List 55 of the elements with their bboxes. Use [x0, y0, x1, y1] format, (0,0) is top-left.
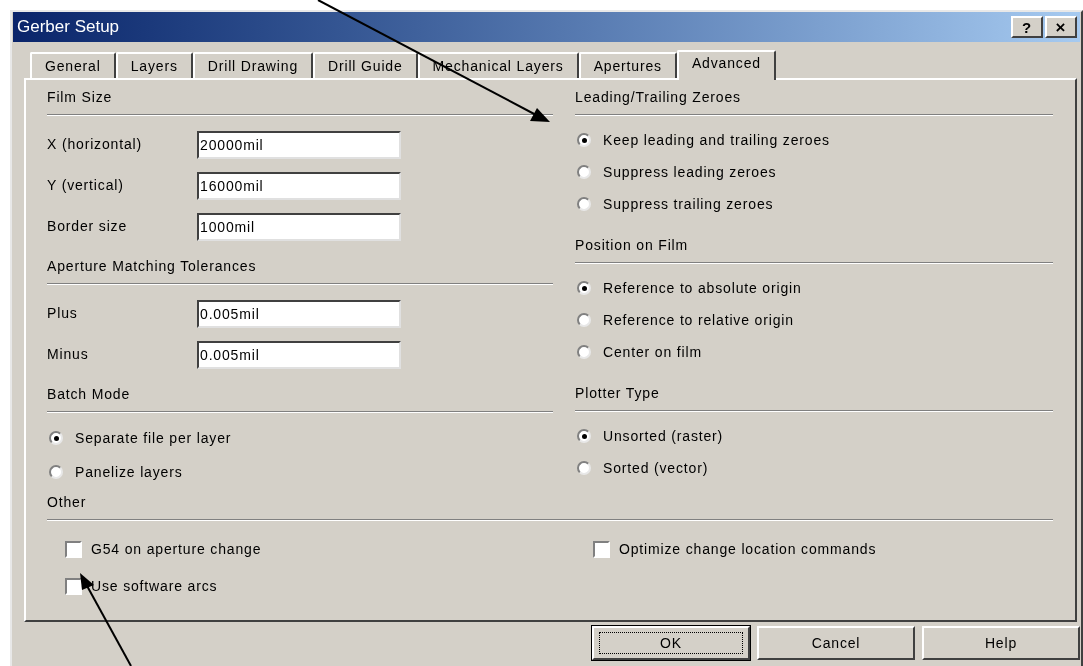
- checkbox-label[interactable]: G54 on aperture change: [91, 539, 262, 560]
- input-field[interactable]: 0.005mil: [197, 340, 401, 369]
- dialog-button[interactable]: Cancel: [757, 626, 915, 660]
- radio-button[interactable]: [577, 133, 591, 147]
- group-heading: Plotter Type: [575, 384, 661, 403]
- tab[interactable]: Layers: [115, 52, 193, 78]
- input-field[interactable]: 0.005mil: [197, 299, 401, 328]
- dialog-button[interactable]: OK: [592, 626, 750, 660]
- radio-label[interactable]: Separate file per layer: [75, 427, 232, 449]
- checkbox-label[interactable]: Use software arcs: [91, 576, 218, 597]
- radio-button[interactable]: [577, 429, 591, 443]
- radio-label[interactable]: Panelize layers: [75, 461, 183, 483]
- group-heading: Leading/Trailing Zeroes: [575, 88, 742, 107]
- radio-label[interactable]: Reference to absolute origin: [603, 277, 802, 299]
- radio-button[interactable]: [577, 281, 591, 295]
- radio-label[interactable]: Suppress trailing zeroes: [603, 193, 774, 215]
- radio-label[interactable]: Sorted (vector): [603, 457, 709, 479]
- tab[interactable]: Drill Drawing: [192, 52, 313, 78]
- input-field[interactable]: 1000mil: [197, 212, 401, 241]
- group-heading: Film Size: [47, 88, 114, 107]
- radio-button[interactable]: [577, 461, 591, 475]
- radio-button[interactable]: [577, 313, 591, 327]
- radio-button[interactable]: [49, 465, 63, 479]
- input-field[interactable]: 16000mil: [197, 171, 401, 200]
- tab[interactable]: Apertures: [578, 52, 677, 78]
- dialog-button[interactable]: Help: [922, 626, 1080, 660]
- checkbox[interactable]: [65, 578, 82, 595]
- window-title: Gerber Setup: [17, 16, 120, 39]
- field-label: Y (vertical): [47, 176, 125, 195]
- close-button[interactable]: ×: [1045, 16, 1077, 38]
- radio-label[interactable]: Center on film: [603, 341, 702, 363]
- tab[interactable]: Drill Guide: [313, 52, 418, 78]
- help-button[interactable]: ?: [1011, 16, 1043, 38]
- group-heading: Batch Mode: [47, 385, 132, 404]
- radio-button[interactable]: [577, 165, 591, 179]
- tab[interactable]: General: [30, 52, 116, 78]
- field-label: Border size: [47, 217, 129, 236]
- field-label: Minus: [47, 345, 90, 364]
- field-label: Plus: [47, 304, 79, 323]
- group-heading: Aperture Matching Tolerances: [47, 257, 258, 276]
- radio-button[interactable]: [577, 197, 591, 211]
- tab[interactable]: Advanced: [676, 50, 776, 80]
- radio-button[interactable]: [577, 345, 591, 359]
- group-heading: Other: [47, 493, 88, 512]
- radio-button[interactable]: [49, 431, 63, 445]
- checkbox[interactable]: [593, 541, 610, 558]
- field-label: X (horizontal): [47, 135, 143, 154]
- radio-label[interactable]: Suppress leading zeroes: [603, 161, 777, 183]
- group-heading: Position on Film: [575, 236, 690, 255]
- radio-label[interactable]: Reference to relative origin: [603, 309, 794, 331]
- checkbox-label[interactable]: Optimize change location commands: [619, 539, 877, 560]
- checkbox[interactable]: [65, 541, 82, 558]
- input-field[interactable]: 20000mil: [197, 130, 401, 159]
- radio-label[interactable]: Unsorted (raster): [603, 425, 724, 447]
- radio-label[interactable]: Keep leading and trailing zeroes: [603, 129, 830, 151]
